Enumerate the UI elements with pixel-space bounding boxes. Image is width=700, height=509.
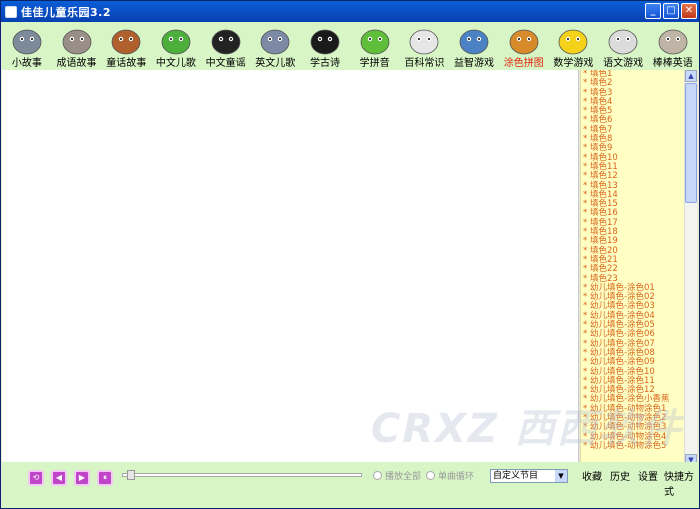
toolbar-item[interactable]: 中文儿歌 (151, 22, 201, 70)
toolbar-item[interactable]: 中文童谣 (201, 22, 251, 70)
restart-button[interactable]: ⟲ (28, 470, 44, 486)
toolbar-item[interactable]: 百科常识 (400, 22, 450, 70)
app-window: 佳佳儿童乐园3.2 _ □ ✕ 小故事 成语故事 童话故事 中文儿歌 中文童谣 英文儿歌 学… (0, 0, 700, 509)
history-link[interactable]: 历史 (610, 468, 630, 483)
frog-icon (358, 24, 392, 56)
cat-icon (606, 24, 640, 56)
toolbar-item-label: 百科常识 (404, 58, 445, 69)
toolbar-item[interactable]: 学古诗 (300, 22, 350, 70)
category-toolbar: 小故事 成语故事 童话故事 中文儿歌 中文童谣 英文儿歌 学古诗 学拼音 百科常识 益智游戏 涂色拼… (2, 22, 699, 70)
hippo-icon (60, 24, 94, 56)
progress-slider[interactable] (122, 470, 362, 480)
toolbar-item[interactable]: 童话故事 (101, 22, 151, 70)
lion-icon (507, 24, 541, 56)
toolbar-item-label: 童话故事 (106, 58, 147, 69)
prev-button[interactable]: ◀ (51, 470, 67, 486)
toolbar-item[interactable]: 益智游戏 (449, 22, 499, 70)
toolbar-item[interactable]: 涂色拼图 (499, 22, 549, 70)
maximize-icon[interactable]: □ (663, 3, 679, 19)
toolbar-item-label: 数学游戏 (553, 58, 594, 69)
dog-icon (656, 24, 690, 56)
toolbar-item-label: 学拼音 (359, 58, 390, 69)
toolbar-item[interactable]: 数学游戏 (549, 22, 599, 70)
panda-icon (209, 24, 243, 56)
toolbar-item[interactable]: 语文游戏 (598, 22, 648, 70)
shortcuts-link[interactable]: 快捷方式 (664, 468, 699, 498)
play-all-label: 播放全部 (385, 472, 422, 482)
toolbar-item-label: 棒棒英语 (652, 58, 693, 69)
toolbar-item[interactable]: 英文儿歌 (250, 22, 300, 70)
scroll-up-icon[interactable]: ▲ (685, 70, 697, 82)
fox-icon (109, 24, 143, 56)
toolbar-item[interactable]: 成语故事 (52, 22, 102, 70)
loop-radio[interactable]: 单曲循环 (426, 469, 474, 482)
toolbar-item-label: 中文儿歌 (155, 58, 196, 69)
radio-dot-icon (426, 471, 435, 480)
dolphin-icon (457, 24, 491, 56)
leaf-icon (159, 24, 193, 56)
beetle-icon (258, 24, 292, 56)
toolbar-item-label: 英文儿歌 (255, 58, 296, 69)
play-all-radio[interactable]: 播放全部 (373, 469, 421, 482)
toolbar-item-label: 语文游戏 (603, 58, 644, 69)
toolbar-item-label: 涂色拼图 (503, 58, 544, 69)
toucan-icon (308, 24, 342, 56)
toolbar-item-label: 小故事 (11, 58, 42, 69)
window-controls: _ □ ✕ (645, 3, 697, 19)
toolbar-item-label: 学古诗 (309, 58, 340, 69)
toolbar-item-label: 中文童谣 (205, 58, 246, 69)
toolbar-item-label: 成语故事 (56, 58, 97, 69)
elephant-icon (10, 24, 44, 56)
app-icon (5, 5, 17, 18)
program-select-value: 自定义节目 (493, 471, 539, 481)
duck-icon (556, 24, 590, 56)
rabbit-icon (407, 24, 441, 56)
toolbar-item[interactable]: 棒棒英语 (648, 22, 698, 70)
chevron-down-icon[interactable]: ▼ (555, 470, 567, 482)
toolbar-item[interactable]: 学拼音 (350, 22, 400, 70)
window-title: 佳佳儿童乐园3.2 (21, 5, 111, 19)
progress-thumb[interactable] (127, 470, 135, 480)
loop-label: 单曲循环 (438, 472, 475, 482)
list-scrollbar[interactable]: ▲ ▼ (684, 70, 697, 466)
toolbar-item-label: 益智游戏 (454, 58, 495, 69)
title-bar[interactable]: 佳佳儿童乐园3.2 _ □ ✕ (1, 1, 699, 22)
settings-link[interactable]: 设置 (638, 468, 658, 483)
radio-dot-icon (373, 471, 382, 480)
minimize-icon[interactable]: _ (645, 3, 661, 19)
pause-button[interactable]: ⏸ (97, 470, 113, 486)
favorites-link[interactable]: 收藏 (582, 468, 602, 483)
toolbar-item[interactable]: 小故事 (2, 22, 52, 70)
scroll-thumb[interactable] (685, 83, 697, 203)
play-button[interactable]: ▶ (74, 470, 90, 486)
close-icon[interactable]: ✕ (681, 3, 697, 19)
watermark: CRXZ 西西软件 (371, 406, 683, 452)
player-bar: ⟲ ◀ ▶ ⏸ 播放全部 单曲循环 自定义节目 ▼ 收藏 历史 设置 快捷方式 (2, 462, 699, 508)
program-select[interactable]: 自定义节目 ▼ (490, 469, 568, 483)
